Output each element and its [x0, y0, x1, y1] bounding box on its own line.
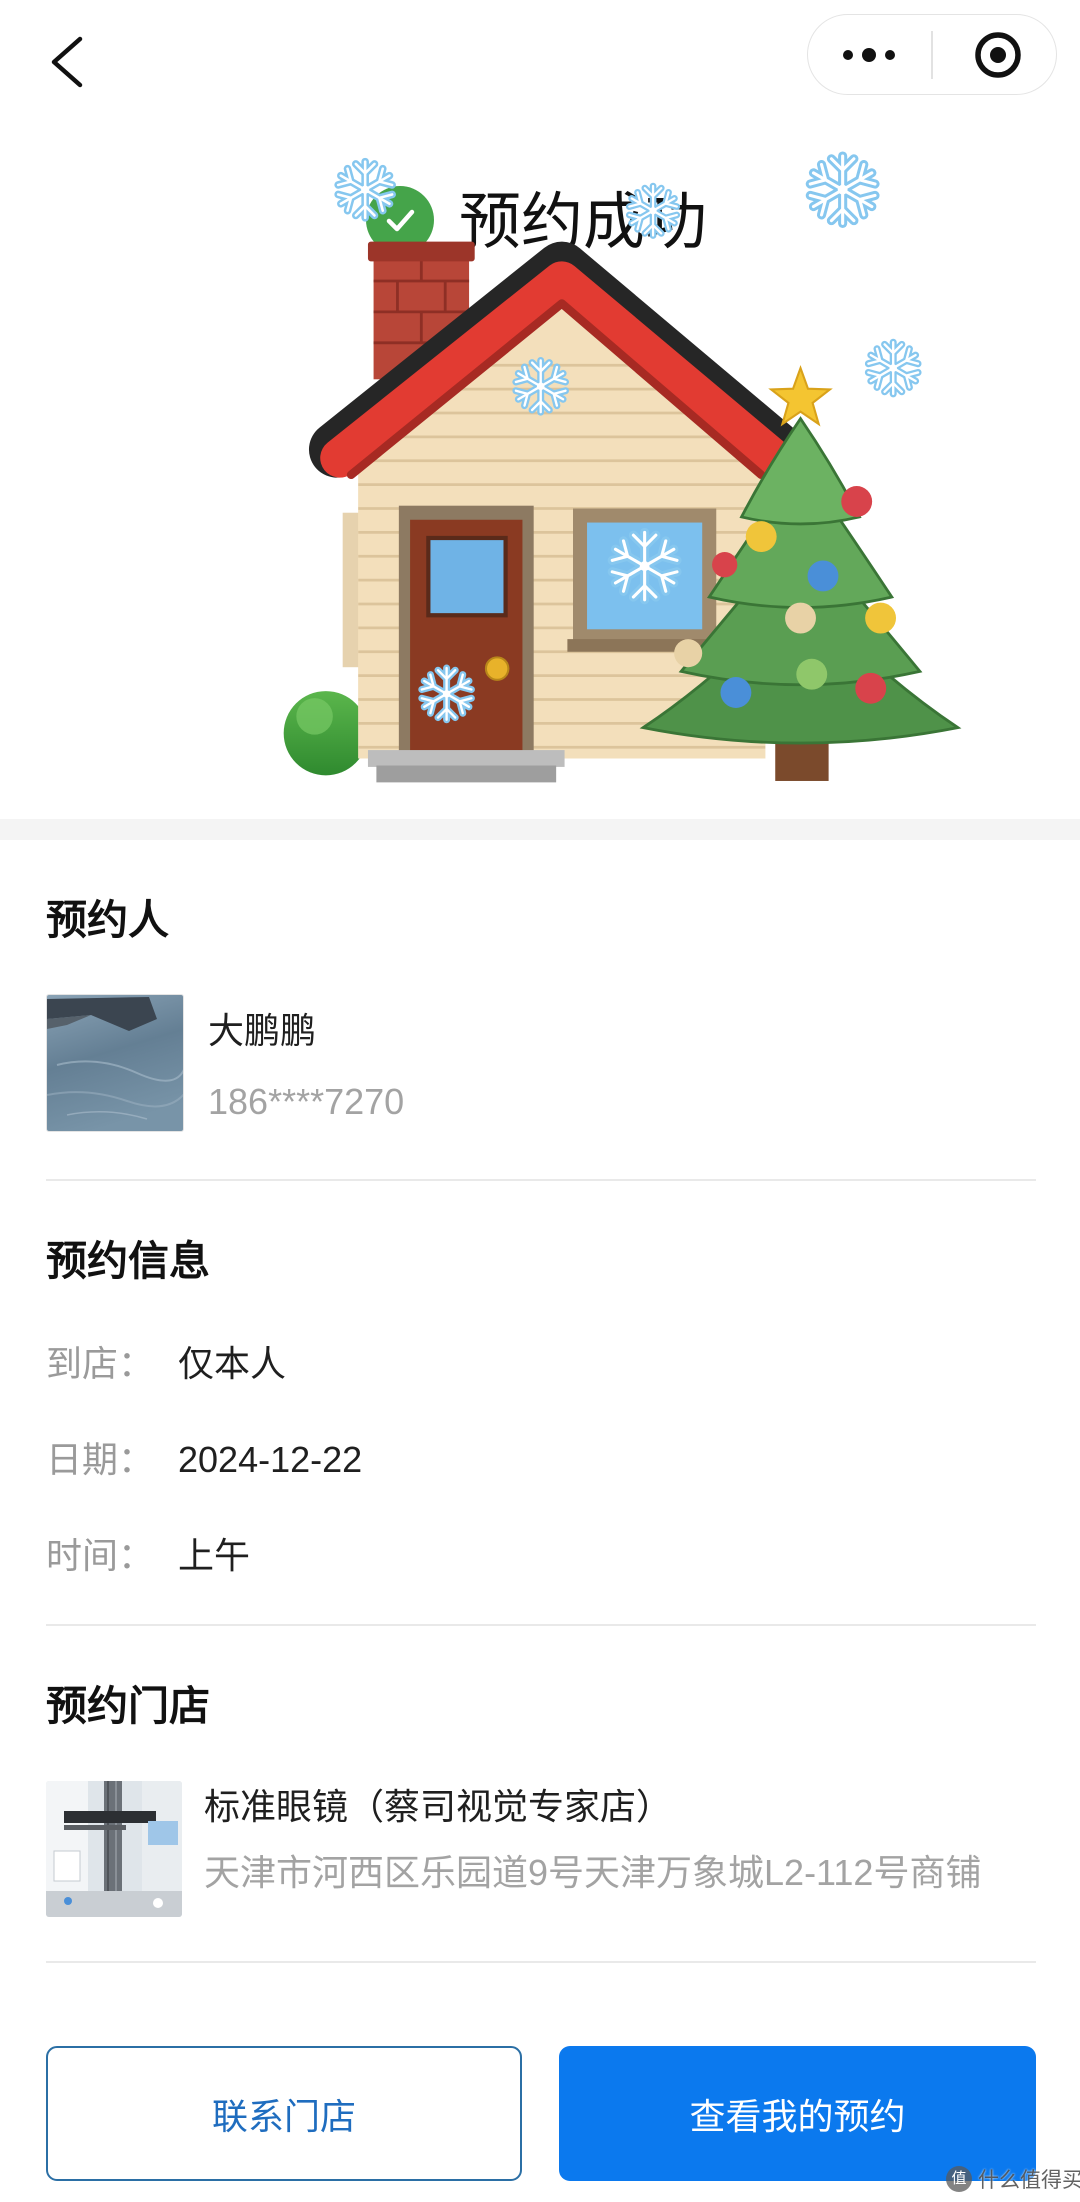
info-value-time: 上午 — [178, 1535, 251, 1576]
chevron-left-icon — [51, 36, 83, 88]
user-avatar — [46, 994, 184, 1132]
success-title: 预约成功 — [459, 188, 708, 257]
contact-store-label: 联系门店 — [211, 2095, 356, 2137]
booker-phone: 186****7270 — [208, 1081, 405, 1122]
section-separator — [0, 819, 1080, 840]
more-button[interactable] — [826, 25, 912, 85]
target-circle-icon — [975, 32, 1021, 78]
mini-program-capsule — [807, 14, 1057, 95]
info-label-visit: 到店： — [46, 1343, 155, 1384]
store-address[interactable]: 天津市河西区乐园道9号天津万象城L2-112号商铺 — [204, 1848, 981, 1898]
contact-store-button[interactable]: 联系门店 — [46, 2046, 522, 2181]
more-dots-icon — [843, 48, 895, 62]
divider — [46, 1961, 1036, 1963]
info-value-date: 2024-12-22 — [178, 1439, 363, 1480]
store-section-title: 预约门店 — [46, 1683, 210, 1729]
divider — [46, 1179, 1036, 1181]
store-name[interactable]: 标准眼镜（蔡司视觉专家店） — [204, 1782, 672, 1832]
booking-info-section-title: 预约信息 — [46, 1238, 210, 1284]
info-value-visit: 仅本人 — [178, 1343, 287, 1384]
view-my-booking-button[interactable]: 查看我的预约 — [559, 2046, 1036, 2181]
check-circle-icon — [366, 186, 434, 254]
info-label-date: 日期： — [46, 1439, 155, 1480]
close-mini-program-button[interactable] — [966, 23, 1030, 87]
booker-name: 大鹏鹏 — [208, 1010, 317, 1051]
store-photo[interactable] — [46, 1781, 182, 1917]
view-my-booking-label: 查看我的预约 — [689, 2095, 906, 2137]
booker-section-title: 预约人 — [46, 897, 169, 943]
success-header — [0, 0, 1080, 819]
capsule-divider — [931, 31, 933, 79]
back-button[interactable] — [44, 30, 92, 94]
divider — [46, 1624, 1036, 1626]
info-label-time: 时间： — [46, 1535, 155, 1576]
